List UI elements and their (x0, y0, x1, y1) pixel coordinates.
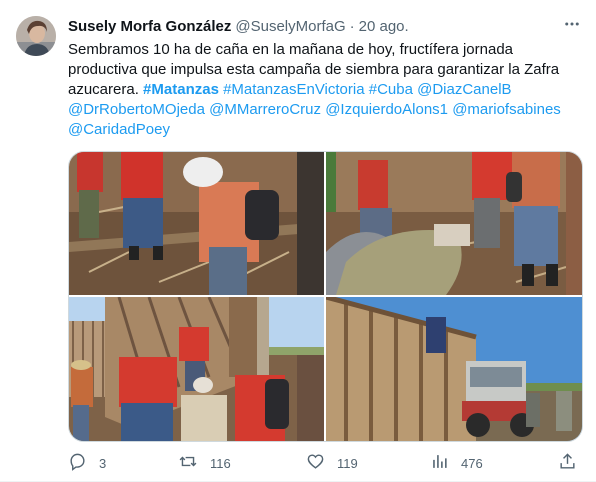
like-button[interactable]: 119 (306, 450, 358, 476)
mention-link[interactable]: @MMarreroCruz (209, 101, 321, 118)
photo-2[interactable] (326, 152, 582, 295)
media-grid (68, 151, 583, 442)
views-button[interactable]: 476 (430, 450, 483, 476)
author-name[interactable]: Susely Morfa González (68, 18, 231, 35)
separator-dot: · (349, 17, 355, 35)
retweet-count: 116 (210, 455, 231, 471)
reply-icon (68, 452, 99, 474)
views-count: 476 (461, 455, 483, 471)
avatar[interactable] (16, 16, 56, 56)
mention-link[interactable]: @DiazCanelB (417, 81, 511, 98)
retweet-button[interactable]: 116 (178, 450, 231, 476)
retweet-icon (178, 452, 210, 474)
tweet[interactable]: Susely Morfa González @SuselyMorfaG · 20… (0, 0, 596, 482)
share-icon (558, 452, 589, 474)
hashtag-link[interactable]: #MatanzasEnVictoria (223, 81, 364, 98)
mention-link[interactable]: @IzquierdoAlons1 (325, 101, 448, 118)
more-horizontal-icon (563, 15, 581, 38)
reply-button[interactable]: 3 (68, 450, 106, 476)
author-handle[interactable]: @SuselyMorfaG (235, 18, 345, 35)
tweet-actions: 3 116 119 476 (58, 450, 588, 476)
tweet-header: Susely Morfa González @SuselyMorfaG · 20… (68, 16, 409, 36)
tweet-text: Sembramos 10 ha de caña en la mañana de … (68, 40, 578, 140)
mention-link[interactable]: @DrRobertoMOjeda (68, 101, 205, 118)
share-button[interactable] (558, 450, 589, 476)
tweet-timestamp[interactable]: 20 ago. (359, 18, 409, 35)
hashtag-link[interactable]: #Matanzas (143, 81, 219, 98)
reply-count: 3 (99, 455, 107, 471)
mention-link[interactable]: @CaridadPoey (68, 121, 170, 138)
photo-1[interactable] (69, 152, 324, 295)
hashtag-link[interactable]: #Cuba (369, 81, 413, 98)
photo-3[interactable] (69, 297, 324, 441)
more-options-button[interactable] (556, 14, 588, 38)
heart-icon (306, 452, 337, 474)
photo-4[interactable] (326, 297, 582, 441)
analytics-icon (430, 452, 461, 474)
mention-link[interactable]: @mariofsabines (452, 101, 561, 118)
like-count: 119 (337, 455, 358, 471)
